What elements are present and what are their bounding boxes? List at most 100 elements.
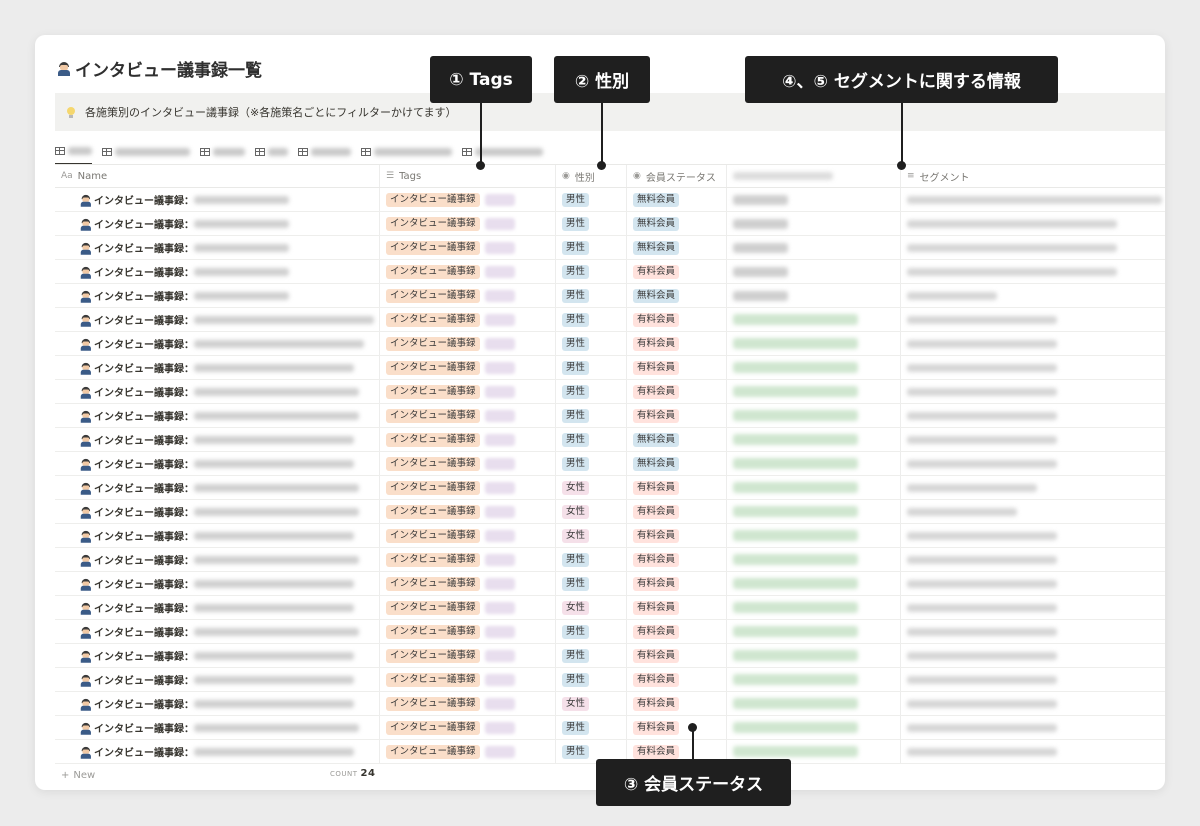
blurred-cell[interactable] bbox=[727, 524, 901, 547]
segment-cell[interactable] bbox=[901, 332, 1165, 355]
blurred-cell[interactable] bbox=[727, 716, 901, 739]
name-cell[interactable]: インタビュー議事録： bbox=[55, 644, 380, 667]
blurred-cell[interactable] bbox=[727, 284, 901, 307]
name-cell[interactable]: インタビュー議事録： bbox=[55, 356, 380, 379]
blurred-cell[interactable] bbox=[727, 380, 901, 403]
sex-cell[interactable]: 男性 bbox=[556, 620, 627, 643]
status-cell[interactable]: 無料会員 bbox=[627, 188, 727, 211]
status-cell[interactable]: 有料会員 bbox=[627, 596, 727, 619]
status-cell[interactable]: 有料会員 bbox=[627, 308, 727, 331]
table-row[interactable]: インタビュー議事録： インタビュー議事録 男性 有料会員 bbox=[55, 668, 1165, 692]
blurred-cell[interactable] bbox=[727, 356, 901, 379]
name-cell[interactable]: インタビュー議事録： bbox=[55, 740, 380, 763]
tags-cell[interactable]: インタビュー議事録 bbox=[380, 428, 556, 451]
segment-cell[interactable] bbox=[901, 380, 1165, 403]
table-row[interactable]: インタビュー議事録： インタビュー議事録 男性 有料会員 bbox=[55, 404, 1165, 428]
view-tab-2[interactable] bbox=[102, 140, 190, 164]
name-cell[interactable]: インタビュー議事録： bbox=[55, 212, 380, 235]
table-row[interactable]: インタビュー議事録： インタビュー議事録 女性 有料会員 bbox=[55, 692, 1165, 716]
segment-cell[interactable] bbox=[901, 308, 1165, 331]
tags-cell[interactable]: インタビュー議事録 bbox=[380, 476, 556, 499]
segment-cell[interactable] bbox=[901, 188, 1165, 211]
table-row[interactable]: インタビュー議事録： インタビュー議事録 男性 無料会員 bbox=[55, 428, 1165, 452]
sex-cell[interactable]: 男性 bbox=[556, 404, 627, 427]
name-cell[interactable]: インタビュー議事録： bbox=[55, 524, 380, 547]
name-cell[interactable]: インタビュー議事録： bbox=[55, 572, 380, 595]
segment-cell[interactable] bbox=[901, 428, 1165, 451]
blurred-cell[interactable] bbox=[727, 260, 901, 283]
sex-cell[interactable]: 男性 bbox=[556, 284, 627, 307]
tags-cell[interactable]: インタビュー議事録 bbox=[380, 380, 556, 403]
tags-cell[interactable]: インタビュー議事録 bbox=[380, 692, 556, 715]
sex-cell[interactable]: 男性 bbox=[556, 332, 627, 355]
column-header-sex[interactable]: ◉ 性別 bbox=[556, 165, 627, 187]
column-header-tags[interactable]: ☰ Tags bbox=[380, 165, 556, 187]
tags-cell[interactable]: インタビュー議事録 bbox=[380, 284, 556, 307]
status-cell[interactable]: 無料会員 bbox=[627, 212, 727, 235]
status-cell[interactable]: 有料会員 bbox=[627, 668, 727, 691]
name-cell[interactable]: インタビュー議事録： bbox=[55, 404, 380, 427]
table-row[interactable]: インタビュー議事録： インタビュー議事録 男性 有料会員 bbox=[55, 644, 1165, 668]
status-cell[interactable]: 有料会員 bbox=[627, 572, 727, 595]
view-tab-3[interactable] bbox=[200, 140, 245, 164]
table-row[interactable]: インタビュー議事録： インタビュー議事録 男性 有料会員 bbox=[55, 308, 1165, 332]
tags-cell[interactable]: インタビュー議事録 bbox=[380, 404, 556, 427]
segment-cell[interactable] bbox=[901, 356, 1165, 379]
blurred-cell[interactable] bbox=[727, 452, 901, 475]
sex-cell[interactable]: 男性 bbox=[556, 644, 627, 667]
name-cell[interactable]: インタビュー議事録： bbox=[55, 668, 380, 691]
table-row[interactable]: インタビュー議事録： インタビュー議事録 男性 有料会員 bbox=[55, 716, 1165, 740]
status-cell[interactable]: 有料会員 bbox=[627, 644, 727, 667]
table-row[interactable]: インタビュー議事録： インタビュー議事録 男性 有料会員 bbox=[55, 572, 1165, 596]
sex-cell[interactable]: 男性 bbox=[556, 668, 627, 691]
tags-cell[interactable]: インタビュー議事録 bbox=[380, 572, 556, 595]
segment-cell[interactable] bbox=[901, 668, 1165, 691]
table-row[interactable]: インタビュー議事録： インタビュー議事録 男性 無料会員 bbox=[55, 188, 1165, 212]
view-tab-1[interactable] bbox=[55, 139, 92, 165]
sex-cell[interactable]: 女性 bbox=[556, 476, 627, 499]
segment-cell[interactable] bbox=[901, 260, 1165, 283]
name-cell[interactable]: インタビュー議事録： bbox=[55, 380, 380, 403]
tags-cell[interactable]: インタビュー議事録 bbox=[380, 452, 556, 475]
name-cell[interactable]: インタビュー議事録： bbox=[55, 452, 380, 475]
blurred-cell[interactable] bbox=[727, 620, 901, 643]
name-cell[interactable]: インタビュー議事録： bbox=[55, 620, 380, 643]
sex-cell[interactable]: 男性 bbox=[556, 236, 627, 259]
segment-cell[interactable] bbox=[901, 692, 1165, 715]
segment-cell[interactable] bbox=[901, 620, 1165, 643]
table-row[interactable]: インタビュー議事録： インタビュー議事録 男性 有料会員 bbox=[55, 356, 1165, 380]
blurred-cell[interactable] bbox=[727, 692, 901, 715]
column-header-blurred[interactable] bbox=[727, 165, 901, 187]
sex-cell[interactable]: 女性 bbox=[556, 596, 627, 619]
blurred-cell[interactable] bbox=[727, 548, 901, 571]
segment-cell[interactable] bbox=[901, 212, 1165, 235]
tags-cell[interactable]: インタビュー議事録 bbox=[380, 668, 556, 691]
sex-cell[interactable]: 男性 bbox=[556, 356, 627, 379]
status-cell[interactable]: 有料会員 bbox=[627, 332, 727, 355]
segment-cell[interactable] bbox=[901, 524, 1165, 547]
tags-cell[interactable]: インタビュー議事録 bbox=[380, 332, 556, 355]
status-cell[interactable]: 有料会員 bbox=[627, 476, 727, 499]
tags-cell[interactable]: インタビュー議事録 bbox=[380, 524, 556, 547]
tags-cell[interactable]: インタビュー議事録 bbox=[380, 548, 556, 571]
tags-cell[interactable]: インタビュー議事録 bbox=[380, 644, 556, 667]
table-row[interactable]: インタビュー議事録： インタビュー議事録 男性 無料会員 bbox=[55, 284, 1165, 308]
blurred-cell[interactable] bbox=[727, 572, 901, 595]
blurred-cell[interactable] bbox=[727, 212, 901, 235]
sex-cell[interactable]: 女性 bbox=[556, 692, 627, 715]
name-cell[interactable]: インタビュー議事録： bbox=[55, 692, 380, 715]
status-cell[interactable]: 有料会員 bbox=[627, 548, 727, 571]
status-cell[interactable]: 無料会員 bbox=[627, 452, 727, 475]
segment-cell[interactable] bbox=[901, 644, 1165, 667]
name-cell[interactable]: インタビュー議事録： bbox=[55, 308, 380, 331]
status-cell[interactable]: 有料会員 bbox=[627, 620, 727, 643]
name-cell[interactable]: インタビュー議事録： bbox=[55, 260, 380, 283]
status-cell[interactable]: 無料会員 bbox=[627, 284, 727, 307]
sex-cell[interactable]: 男性 bbox=[556, 572, 627, 595]
tags-cell[interactable]: インタビュー議事録 bbox=[380, 740, 556, 763]
table-row[interactable]: インタビュー議事録： インタビュー議事録 女性 有料会員 bbox=[55, 500, 1165, 524]
table-row[interactable]: インタビュー議事録： インタビュー議事録 男性 有料会員 bbox=[55, 620, 1165, 644]
column-header-name[interactable]: Aa Name bbox=[55, 165, 380, 187]
blurred-cell[interactable] bbox=[727, 596, 901, 619]
view-tab-7[interactable] bbox=[462, 140, 543, 164]
